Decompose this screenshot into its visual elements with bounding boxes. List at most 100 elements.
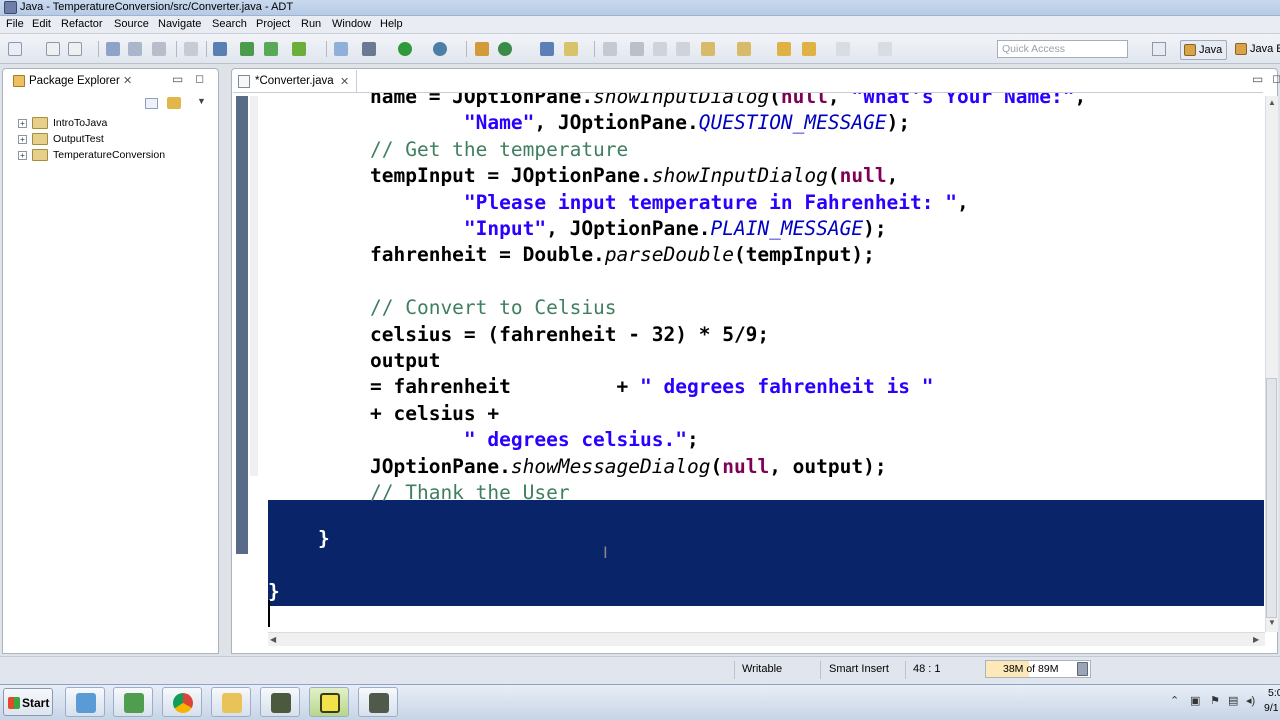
build-icon[interactable] bbox=[213, 42, 227, 56]
toggle-block-selection-icon[interactable] bbox=[630, 42, 644, 56]
code-line: " degrees celsius."; bbox=[370, 427, 699, 453]
tray-expand-icon[interactable]: ⌃ bbox=[1170, 694, 1179, 707]
code-token: JOptionPane. bbox=[370, 454, 511, 478]
minimize-icon[interactable]: ▭ bbox=[172, 72, 183, 86]
adt-app-icon bbox=[4, 1, 17, 14]
new-java-package-icon[interactable] bbox=[475, 42, 489, 56]
new-android-app-icon[interactable] bbox=[334, 42, 348, 56]
print-icon[interactable] bbox=[152, 42, 166, 56]
menu-search[interactable]: Search bbox=[212, 18, 247, 30]
perspective-java[interactable]: Java bbox=[1180, 40, 1228, 60]
menu-run[interactable]: Run bbox=[301, 18, 321, 30]
save-all-icon[interactable] bbox=[128, 42, 142, 56]
scroll-left-icon[interactable]: ◀ bbox=[270, 635, 276, 644]
expand-icon[interactable]: + bbox=[18, 135, 27, 144]
taskbar-app-recorder[interactable] bbox=[358, 687, 398, 717]
maximize-icon[interactable]: ◻ bbox=[1272, 72, 1280, 85]
tray-clock-time[interactable]: 5:0 bbox=[1268, 687, 1280, 699]
code-line: output bbox=[370, 348, 440, 374]
taskbar-app-adt[interactable] bbox=[309, 687, 349, 717]
start-button[interactable]: Start bbox=[3, 688, 53, 716]
quick-access-input[interactable]: Quick Access bbox=[997, 40, 1128, 58]
open-type-icon[interactable] bbox=[540, 42, 554, 56]
tray-volume-icon[interactable]: ◂) bbox=[1246, 694, 1255, 707]
taskbar-app-explorer[interactable] bbox=[65, 687, 105, 717]
package-explorer-tab[interactable]: Package Explorer ✕ bbox=[4, 70, 144, 92]
taskbar-app-spreadsheet[interactable] bbox=[113, 687, 153, 717]
code-line: celsius = (fahrenheit - 32) * 5/9; bbox=[370, 322, 769, 348]
code-token: = fahrenheit + bbox=[370, 375, 641, 399]
tray-device-icon[interactable]: ▣ bbox=[1190, 694, 1200, 707]
scroll-up-icon[interactable]: ▲ bbox=[1268, 98, 1276, 107]
debug-icon[interactable] bbox=[362, 42, 376, 56]
save-icon[interactable] bbox=[106, 42, 120, 56]
new-file-icon[interactable] bbox=[68, 42, 82, 56]
view-menu-icon[interactable]: ▼ bbox=[197, 96, 206, 106]
expand-icon[interactable]: + bbox=[18, 119, 27, 128]
run-icon[interactable] bbox=[398, 42, 412, 56]
pin-editor-icon[interactable] bbox=[878, 42, 892, 56]
title-bar: Java - TemperatureConversion/src/Convert… bbox=[0, 0, 1280, 16]
search-icon[interactable] bbox=[564, 42, 578, 56]
toggle-mark-occurrences-icon[interactable] bbox=[603, 42, 617, 56]
code-token: celsius = (fahrenheit - 32) * 5/9; bbox=[370, 322, 770, 346]
maximize-icon[interactable]: ◻ bbox=[195, 72, 204, 85]
menu-source[interactable]: Source bbox=[114, 18, 149, 30]
back-history-icon[interactable] bbox=[802, 42, 816, 56]
tray-network-icon[interactable]: ▤ bbox=[1228, 694, 1238, 707]
lint-check-icon[interactable] bbox=[292, 42, 306, 56]
menu-window[interactable]: Window bbox=[332, 18, 371, 30]
menu-navigate[interactable]: Navigate bbox=[158, 18, 201, 30]
show-whitespace-icon[interactable] bbox=[653, 42, 667, 56]
forward-icon[interactable] bbox=[836, 42, 850, 56]
expand-icon[interactable]: + bbox=[18, 151, 27, 160]
android-avd-icon[interactable] bbox=[264, 42, 278, 56]
toolbar-separator bbox=[594, 41, 595, 57]
taskbar-app-chrome[interactable] bbox=[162, 687, 202, 717]
menu-help[interactable]: Help bbox=[380, 18, 403, 30]
menu-refactor[interactable]: Refactor bbox=[61, 18, 103, 30]
menu-project[interactable]: Project bbox=[256, 18, 290, 30]
folder-icon bbox=[222, 693, 242, 713]
scroll-down-icon[interactable]: ▼ bbox=[1268, 618, 1276, 627]
android-sdk-icon[interactable] bbox=[240, 42, 254, 56]
code-line: // Convert to Celsius bbox=[370, 295, 617, 321]
minimize-icon[interactable]: ▭ bbox=[1252, 72, 1263, 86]
taskbar-app-eclipse[interactable] bbox=[260, 687, 300, 717]
tray-clock-date[interactable]: 9/1 bbox=[1264, 702, 1279, 714]
trash-icon[interactable] bbox=[1077, 662, 1088, 676]
code-token: // Get the temperature bbox=[370, 137, 629, 161]
new-icon[interactable] bbox=[8, 42, 22, 56]
window-title: Java - TemperatureConversion/src/Convert… bbox=[20, 1, 294, 13]
next-annotation-icon[interactable] bbox=[701, 42, 715, 56]
external-tools-icon[interactable] bbox=[433, 42, 447, 56]
java-file-icon bbox=[238, 75, 250, 88]
previous-annotation-icon[interactable] bbox=[737, 42, 751, 56]
tray-flag-icon[interactable]: ⚑ bbox=[1210, 694, 1220, 707]
new-project-icon[interactable] bbox=[46, 42, 60, 56]
menu-file[interactable]: File bbox=[6, 18, 24, 30]
collapse-all-icon[interactable] bbox=[145, 98, 158, 109]
code-token: ( bbox=[769, 93, 781, 108]
perspective-java-label: Java bbox=[1199, 44, 1223, 56]
horizontal-scrollbar[interactable]: ◀ ▶ bbox=[268, 632, 1265, 646]
close-icon[interactable]: ✕ bbox=[123, 74, 132, 87]
perspective-java-ee[interactable]: Java E bbox=[1232, 40, 1280, 60]
new-java-class-icon[interactable] bbox=[498, 42, 512, 56]
editor-tab-converter[interactable]: *Converter.java ✕ bbox=[233, 70, 357, 92]
toolbar-separator bbox=[206, 41, 207, 57]
spreadsheet-icon bbox=[124, 693, 144, 713]
code-line: // Get the temperature bbox=[370, 137, 628, 163]
scroll-right-icon[interactable]: ▶ bbox=[1253, 635, 1259, 644]
open-perspective-icon[interactable] bbox=[1152, 42, 1166, 56]
code-editor[interactable]: name = JOptionPane.showInputDialog(null,… bbox=[268, 93, 1264, 631]
menu-edit[interactable]: Edit bbox=[32, 18, 51, 30]
close-icon[interactable]: ✕ bbox=[340, 75, 349, 88]
copy-icon[interactable] bbox=[184, 42, 198, 56]
vertical-scroll-thumb[interactable] bbox=[1266, 378, 1277, 618]
show-paragraph-icon[interactable] bbox=[676, 42, 690, 56]
taskbar-app-folder[interactable] bbox=[211, 687, 251, 717]
link-with-editor-icon[interactable] bbox=[167, 97, 181, 109]
back-icon[interactable] bbox=[777, 42, 791, 56]
code-line: "Please input temperature in Fahrenheit:… bbox=[370, 190, 969, 216]
